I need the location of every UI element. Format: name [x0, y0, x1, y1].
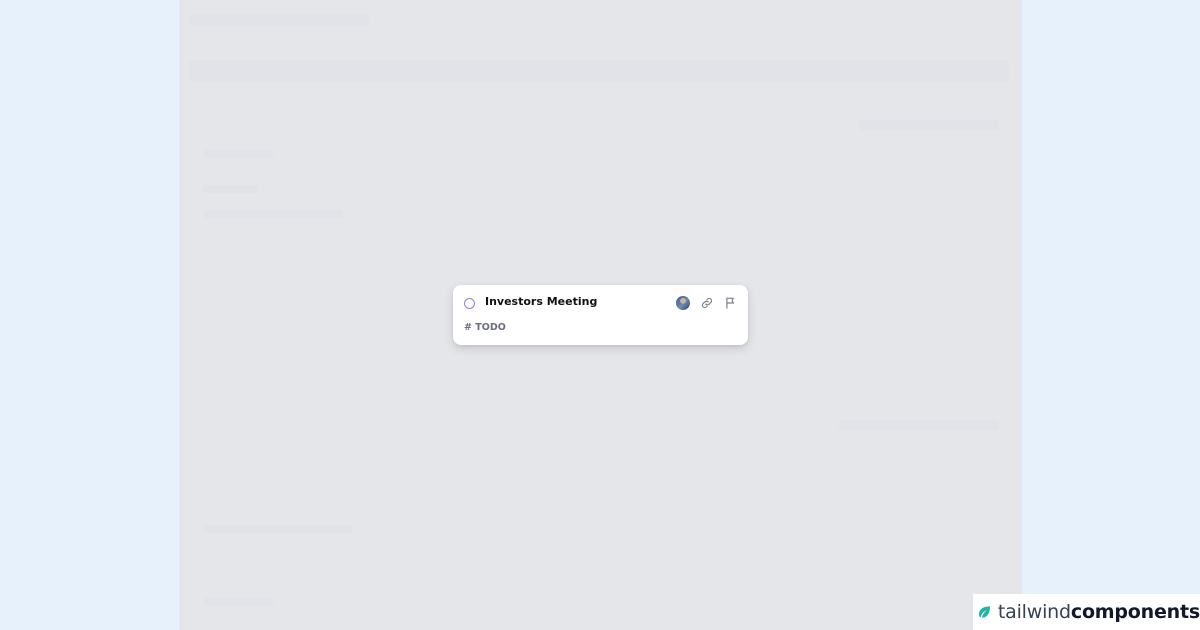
- leaf-icon: [978, 606, 991, 618]
- background-ghost: [189, 60, 1009, 82]
- brand-wordmark: tailwindcomponents: [998, 601, 1200, 623]
- flag-icon[interactable]: [724, 296, 738, 310]
- task-tag: # TODO: [464, 322, 506, 333]
- background-ghost: [203, 210, 343, 218]
- task-actions: [676, 295, 738, 311]
- background-ghost: [839, 420, 999, 430]
- tailwindcomponents-badge[interactable]: tailwindcomponents: [973, 594, 1200, 630]
- task-card[interactable]: Investors Meeting # TODO: [453, 285, 748, 345]
- circle-outline-icon[interactable]: [464, 298, 475, 309]
- background-ghost: [203, 185, 258, 193]
- avatar[interactable]: [676, 296, 690, 310]
- brand-name-light: tailwind: [997, 601, 1071, 623]
- link-icon[interactable]: [700, 296, 714, 310]
- background-ghost: [203, 150, 273, 158]
- background-ghost: [859, 120, 999, 130]
- brand-name-bold: components: [1070, 601, 1200, 623]
- background-ghost: [189, 14, 369, 26]
- background-ghost: [203, 598, 273, 606]
- background-ghost: [203, 525, 353, 533]
- task-title: Investors Meeting: [485, 295, 598, 308]
